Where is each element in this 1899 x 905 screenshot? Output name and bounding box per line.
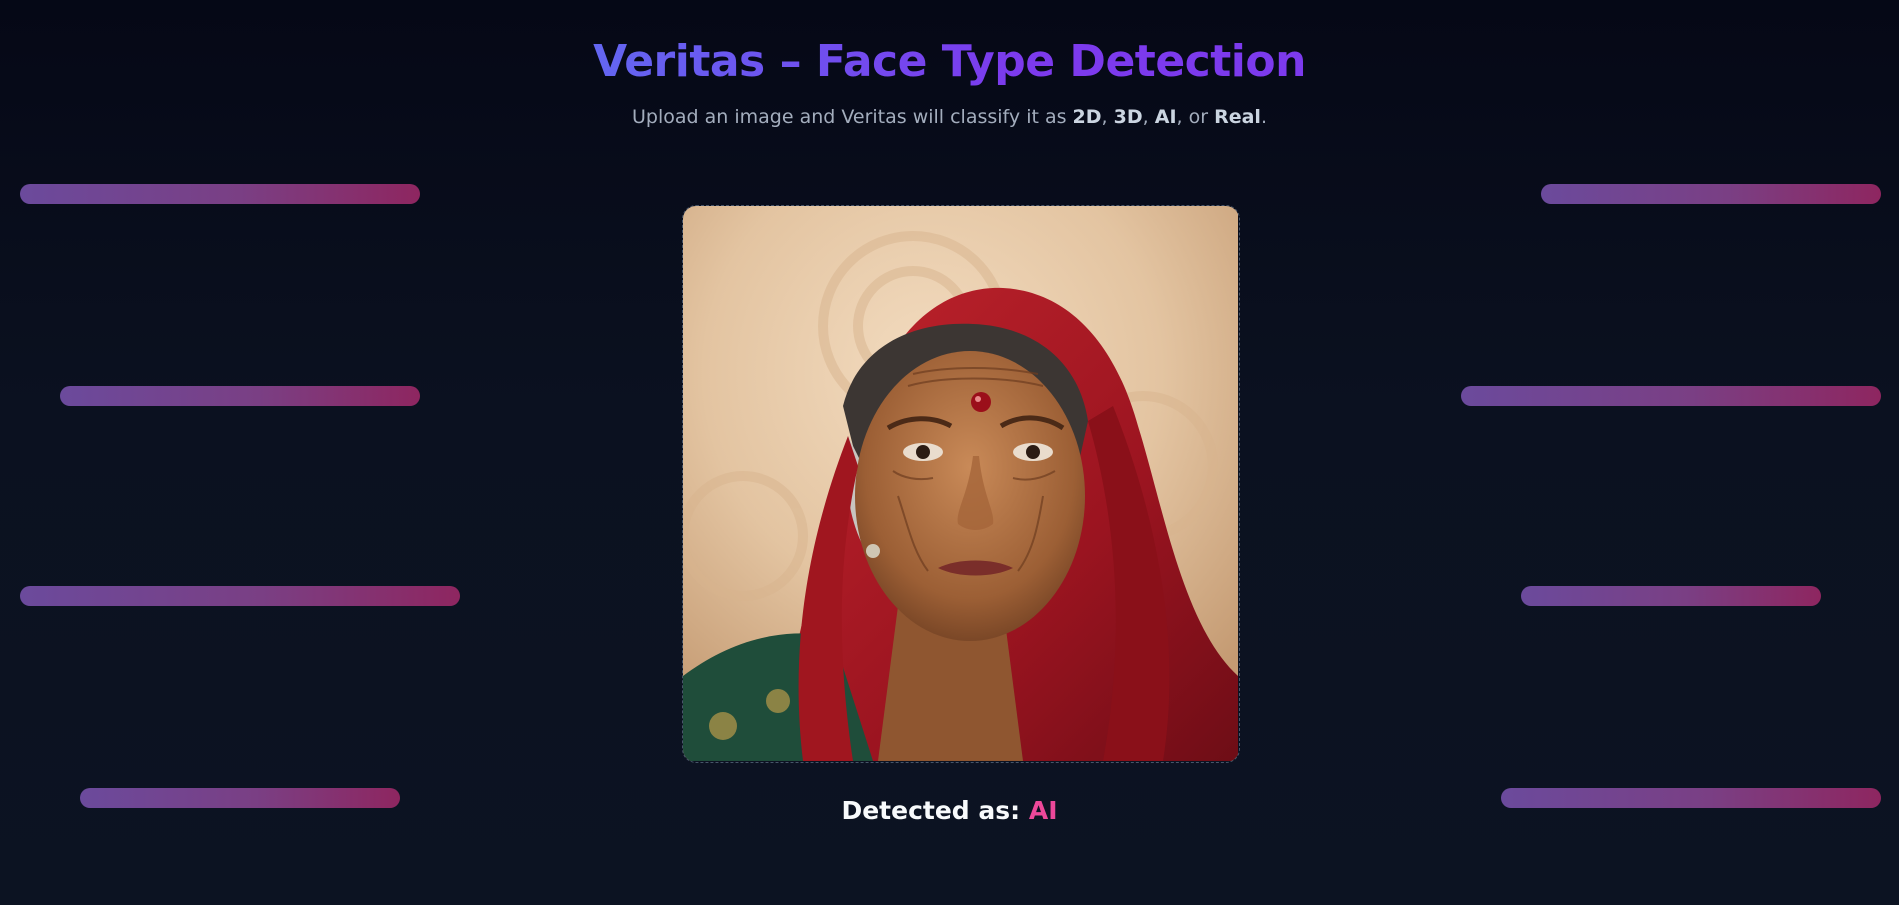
decorative-bar-left-2 — [60, 386, 420, 406]
decorative-bar-left-3 — [20, 586, 460, 606]
type-3d: 3D — [1113, 106, 1143, 128]
page-subtitle: Upload an image and Veritas will classif… — [632, 106, 1267, 128]
decorative-bar-left-1 — [20, 184, 420, 204]
uploaded-image-preview — [683, 206, 1238, 761]
subtitle-prefix: Upload an image and Veritas will classif… — [632, 106, 1073, 128]
result-value: AI — [1028, 796, 1058, 825]
decorative-bar-right-3 — [1521, 586, 1821, 606]
type-real: Real — [1214, 106, 1261, 128]
type-ai: AI — [1154, 106, 1177, 128]
decorative-bar-right-1 — [1541, 184, 1881, 204]
detection-result: Detected as: AI — [0, 796, 1899, 825]
type-2d: 2D — [1072, 106, 1102, 128]
result-label: Detected as: — [841, 796, 1029, 825]
image-upload-dropzone[interactable] — [682, 205, 1240, 763]
decorative-bar-right-2 — [1461, 386, 1881, 406]
page-title: Veritas – Face Type Detection — [593, 36, 1306, 87]
